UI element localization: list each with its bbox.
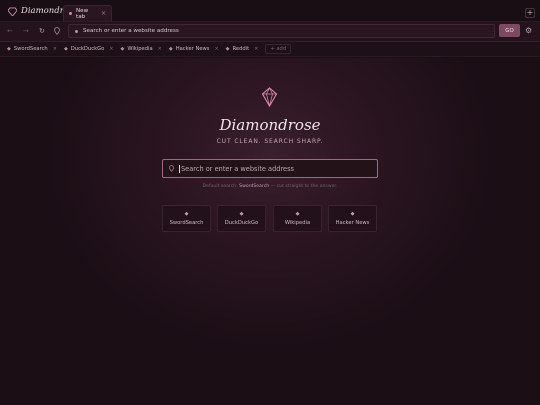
quick-link-label: DuckDuckGo — [224, 219, 259, 226]
location-pin-icon[interactable] — [54, 27, 60, 35]
bookmark-label: Reddit — [232, 46, 250, 52]
quick-link-swordsearch[interactable]: ◆ SwordSearch — [162, 205, 211, 232]
quick-link-hacker-news[interactable]: ◆ Hacker News — [328, 205, 377, 232]
search-input[interactable]: Search or enter a website address — [162, 159, 378, 178]
bookmark-swordsearch[interactable]: ◆ SwordSearch × — [7, 46, 57, 52]
quick-link-label: Wikipedia — [284, 219, 311, 226]
add-bookmark-button[interactable]: + add — [265, 44, 292, 54]
forward-button[interactable]: → — [23, 26, 29, 36]
bookmark-close-icon[interactable]: × — [254, 46, 258, 52]
default-search-hint: Default search: SwordSearch — cut straig… — [0, 184, 540, 189]
bookmark-close-icon[interactable]: × — [214, 46, 218, 52]
bookmark-diamond-icon: ◆ — [225, 46, 230, 52]
bookmark-hacker-news[interactable]: ◆ Hacker News × — [169, 46, 219, 52]
quick-link-label: SwordSearch — [169, 219, 204, 226]
quick-link-diamond-icon: ◆ — [295, 210, 300, 217]
address-placeholder: Search or enter a website address — [83, 28, 179, 34]
search-placeholder: Search or enter a website address — [181, 164, 294, 173]
diamond-icon — [8, 6, 17, 16]
bookmark-label: SwordSearch — [13, 46, 48, 52]
diamond-logo-icon — [261, 87, 278, 107]
bookmark-diamond-icon: ◆ — [63, 46, 68, 52]
text-caret — [179, 164, 180, 173]
bookmark-label: DuckDuckGo — [70, 46, 105, 52]
tab-new-tab[interactable]: New tab × — [63, 5, 112, 21]
bookmark-duckduckgo[interactable]: ◆ DuckDuckGo × — [64, 46, 114, 52]
navigation-bar: ← → ↻ Search or enter a website address … — [0, 22, 540, 42]
bookmark-diamond-icon: ◆ — [120, 46, 125, 52]
titlebar: Diamondrose New tab × + — [0, 0, 540, 22]
new-tab-page: Diamondrose CUT CLEAN. SEARCH SHARP. Sea… — [0, 58, 540, 405]
bookmark-close-icon[interactable]: × — [158, 46, 162, 52]
quick-link-label: Hacker News — [335, 219, 370, 226]
settings-gear-icon[interactable]: ⚙ — [525, 26, 532, 36]
go-button[interactable]: GO — [499, 24, 520, 37]
bookmark-wikipedia[interactable]: ◆ Wikipedia × — [120, 46, 161, 52]
new-tab-button[interactable]: + — [525, 8, 535, 18]
quick-link-diamond-icon: ◆ — [350, 210, 355, 217]
address-bar[interactable]: Search or enter a website address — [68, 24, 495, 38]
quick-link-diamond-icon: ◆ — [184, 210, 189, 217]
bookmark-close-icon[interactable]: × — [109, 46, 113, 52]
bookmark-close-icon[interactable]: × — [53, 46, 57, 52]
bookmark-label: Hacker News — [175, 46, 210, 52]
quick-link-duckduckgo[interactable]: ◆ DuckDuckGo — [217, 205, 266, 232]
back-button[interactable]: ← — [7, 26, 13, 36]
bookmark-diamond-icon: ◆ — [168, 46, 173, 52]
hero-tagline: CUT CLEAN. SEARCH SHARP. — [216, 138, 324, 145]
bookmarks-bar: ◆ SwordSearch × ◆ DuckDuckGo × ◆ Wikiped… — [0, 42, 540, 57]
hint-engine[interactable]: SwordSearch — [239, 184, 269, 189]
tab-favicon-icon — [69, 12, 72, 15]
bookmark-reddit[interactable]: ◆ Reddit × — [226, 46, 259, 52]
reload-button[interactable]: ↻ — [39, 26, 45, 36]
hero-title: Diamondrose — [219, 116, 321, 134]
tab-close-icon[interactable]: × — [101, 10, 106, 17]
quick-link-wikipedia[interactable]: ◆ Wikipedia — [273, 205, 322, 232]
quick-link-diamond-icon: ◆ — [239, 210, 244, 217]
search-pin-icon — [169, 165, 174, 172]
hint-prefix: Default search: — [202, 184, 240, 189]
bookmark-diamond-icon: ◆ — [7, 46, 11, 52]
hint-suffix: — cut straight to the answer. — [269, 184, 338, 189]
bookmark-label: Wikipedia — [127, 46, 153, 52]
tab-label: New tab — [76, 7, 89, 20]
url-secure-icon — [75, 29, 78, 33]
